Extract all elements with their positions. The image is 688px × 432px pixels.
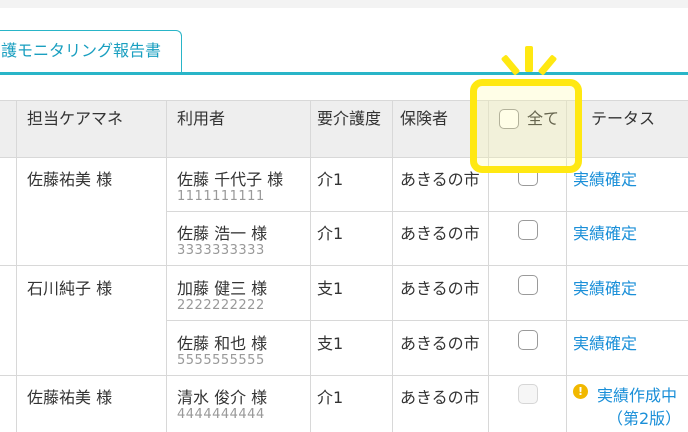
header-status: テータス: [591, 109, 656, 128]
care-level: 介1: [317, 224, 344, 243]
highlight-frame: [470, 79, 582, 173]
status-link[interactable]: 実績作成中: [597, 382, 677, 406]
row-checkbox[interactable]: [518, 275, 538, 295]
user-name: 清水 俊介 様: [177, 388, 268, 407]
header-border: [0, 157, 688, 158]
user-id: 1111111111: [177, 189, 265, 204]
row-checkbox[interactable]: [518, 220, 538, 240]
col-divider: [16, 100, 17, 432]
row-divider: [166, 211, 688, 212]
care-level: 介1: [317, 170, 344, 189]
insurer: あきるの市: [400, 334, 480, 353]
header-care-manager: 担当ケアマネ: [27, 109, 124, 128]
warning-icon: !: [573, 384, 588, 399]
table-border-top: [0, 100, 688, 101]
col-divider: [310, 100, 311, 432]
insurer: あきるの市: [400, 170, 480, 189]
user-id: 4444444444: [177, 407, 265, 422]
status-link[interactable]: 実績確定: [573, 220, 637, 244]
col-divider: [392, 100, 393, 432]
row-checkbox[interactable]: [518, 330, 538, 350]
status-link[interactable]: 実績確定: [573, 330, 637, 354]
col-divider: [166, 100, 167, 432]
insurer: あきるの市: [400, 388, 480, 407]
header-insurer: 保険者: [400, 109, 449, 128]
status-link[interactable]: 実績確定: [573, 275, 637, 299]
tab-monitoring-report[interactable]: 護モニタリング報告書: [0, 30, 182, 72]
care-level: 支1: [317, 334, 344, 353]
highlight-ray: [525, 46, 533, 72]
user-name: 佐藤 浩一 様: [177, 224, 268, 243]
top-bar: [0, 0, 688, 8]
row-divider: [166, 320, 688, 321]
header-care-level: 要介護度: [317, 109, 382, 128]
user-id: 3333333333: [177, 243, 265, 258]
row-checkbox-disabled: [518, 384, 538, 404]
user-id: 2222222222: [177, 298, 265, 313]
user-name: 加藤 健三 様: [177, 279, 268, 298]
header-user: 利用者: [177, 109, 226, 128]
tab-underline: [0, 72, 688, 75]
insurer: あきるの市: [400, 279, 480, 298]
group-divider: [0, 375, 688, 376]
status-version[interactable]: （第2版）: [607, 405, 681, 429]
care-manager-name: 佐藤祐美 様: [27, 388, 113, 407]
user-name: 佐藤 和也 様: [177, 334, 268, 353]
care-level: 支1: [317, 279, 344, 298]
user-id: 5555555555: [177, 353, 265, 368]
user-name: 佐藤 千代子 様: [177, 170, 284, 189]
care-level: 介1: [317, 388, 344, 407]
care-manager-name: 佐藤祐美 様: [27, 170, 113, 189]
status-link[interactable]: 実績確定: [573, 166, 637, 190]
group-divider: [0, 265, 688, 266]
insurer: あきるの市: [400, 224, 480, 243]
care-manager-name: 石川純子 様: [27, 279, 113, 298]
